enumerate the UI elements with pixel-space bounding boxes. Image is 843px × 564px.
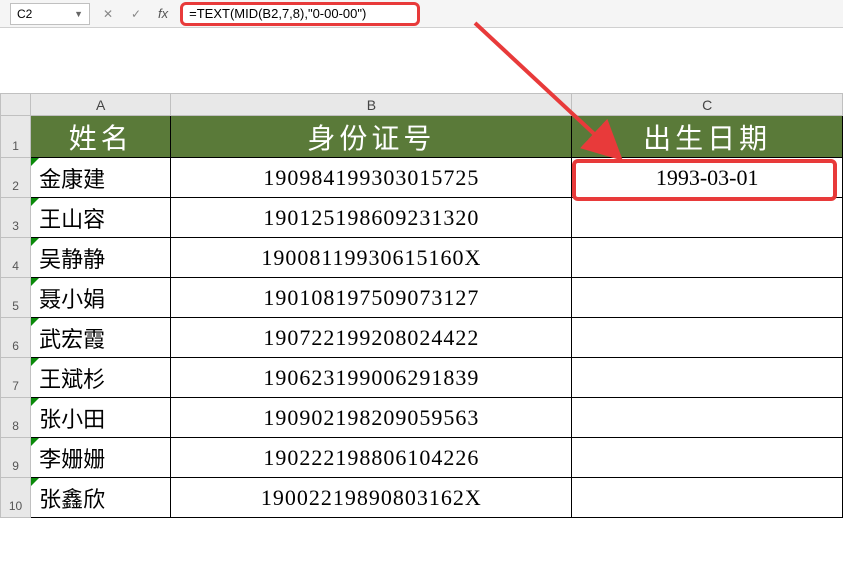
cell-date[interactable]: [572, 278, 843, 318]
row-number[interactable]: 2: [1, 158, 31, 198]
cell-date[interactable]: [572, 358, 843, 398]
cell-id[interactable]: 19008119930615160X: [171, 238, 572, 278]
table-row: 6 武宏霞 190722199208024422: [1, 318, 843, 358]
cell-name[interactable]: 王斌杉: [31, 358, 171, 398]
error-indicator-icon: [31, 238, 39, 246]
cell-date[interactable]: [572, 318, 843, 358]
column-header-a[interactable]: A: [31, 94, 171, 116]
cell-date[interactable]: 1993-03-01: [572, 158, 843, 198]
data-table: A B C 1 姓名 身份证号 出生日期 2 金康建 1909841993030…: [0, 93, 843, 518]
error-indicator-icon: [31, 438, 39, 446]
cell-date[interactable]: [572, 238, 843, 278]
row-number[interactable]: 6: [1, 318, 31, 358]
name-box[interactable]: C2 ▼: [10, 3, 90, 25]
cell-id[interactable]: 190984199303015725: [171, 158, 572, 198]
error-indicator-icon: [31, 398, 39, 406]
cell-name[interactable]: 张小田: [31, 398, 171, 438]
row-number[interactable]: 3: [1, 198, 31, 238]
cell-id[interactable]: 190623199006291839: [171, 358, 572, 398]
error-indicator-icon: [31, 278, 39, 286]
cell-id[interactable]: 19002219890803162X: [171, 478, 572, 518]
error-indicator-icon: [31, 158, 39, 166]
error-indicator-icon: [31, 478, 39, 486]
table-row: 2 金康建 190984199303015725 1993-03-01: [1, 158, 843, 198]
cell-name[interactable]: 吴静静: [31, 238, 171, 278]
error-indicator-icon: [31, 318, 39, 326]
header-row: 1 姓名 身份证号 出生日期: [1, 116, 843, 158]
row-number[interactable]: 9: [1, 438, 31, 478]
header-date[interactable]: 出生日期: [572, 116, 843, 158]
header-name[interactable]: 姓名: [31, 116, 171, 158]
row-number[interactable]: 7: [1, 358, 31, 398]
cell-date[interactable]: [572, 478, 843, 518]
header-id[interactable]: 身份证号: [171, 116, 572, 158]
table-row: 5 聂小娟 190108197509073127: [1, 278, 843, 318]
chevron-down-icon[interactable]: ▼: [74, 9, 83, 19]
table-row: 4 吴静静 19008119930615160X: [1, 238, 843, 278]
cell-id[interactable]: 190902198209059563: [171, 398, 572, 438]
cell-date[interactable]: [572, 398, 843, 438]
row-number[interactable]: 5: [1, 278, 31, 318]
formula-text: =TEXT(MID(B2,7,8),"0-00-00"): [189, 6, 366, 21]
row-number[interactable]: 8: [1, 398, 31, 438]
cell-name[interactable]: 武宏霞: [31, 318, 171, 358]
row-number[interactable]: 1: [1, 116, 31, 158]
row-number[interactable]: 4: [1, 238, 31, 278]
column-header-b[interactable]: B: [171, 94, 572, 116]
formula-toolbar: C2 ▼ ✕ ✓ fx =TEXT(MID(B2,7,8),"0-00-00"): [0, 0, 843, 28]
cancel-icon[interactable]: ✕: [98, 4, 118, 24]
column-header-row: A B C: [1, 94, 843, 116]
fx-icon[interactable]: fx: [154, 6, 172, 21]
error-indicator-icon: [31, 198, 39, 206]
table-row: 3 王山容 190125198609231320: [1, 198, 843, 238]
confirm-icon[interactable]: ✓: [126, 4, 146, 24]
cell-name[interactable]: 李姗姗: [31, 438, 171, 478]
cell-id[interactable]: 190222198806104226: [171, 438, 572, 478]
column-header-c[interactable]: C: [572, 94, 843, 116]
error-indicator-icon: [31, 358, 39, 366]
table-row: 8 张小田 190902198209059563: [1, 398, 843, 438]
spacer: [0, 28, 843, 93]
cell-date[interactable]: [572, 198, 843, 238]
row-number[interactable]: 10: [1, 478, 31, 518]
name-box-value: C2: [17, 7, 32, 21]
table-row: 10 张鑫欣 19002219890803162X: [1, 478, 843, 518]
formula-bar[interactable]: =TEXT(MID(B2,7,8),"0-00-00"): [180, 2, 420, 26]
cell-id[interactable]: 190125198609231320: [171, 198, 572, 238]
cell-name[interactable]: 聂小娟: [31, 278, 171, 318]
cell-date[interactable]: [572, 438, 843, 478]
spreadsheet-grid: A B C 1 姓名 身份证号 出生日期 2 金康建 1909841993030…: [0, 93, 843, 518]
cell-id[interactable]: 190722199208024422: [171, 318, 572, 358]
table-row: 9 李姗姗 190222198806104226: [1, 438, 843, 478]
cell-id[interactable]: 190108197509073127: [171, 278, 572, 318]
select-all-corner[interactable]: [1, 94, 31, 116]
cell-name[interactable]: 王山容: [31, 198, 171, 238]
cell-name[interactable]: 张鑫欣: [31, 478, 171, 518]
cell-name[interactable]: 金康建: [31, 158, 171, 198]
table-row: 7 王斌杉 190623199006291839: [1, 358, 843, 398]
